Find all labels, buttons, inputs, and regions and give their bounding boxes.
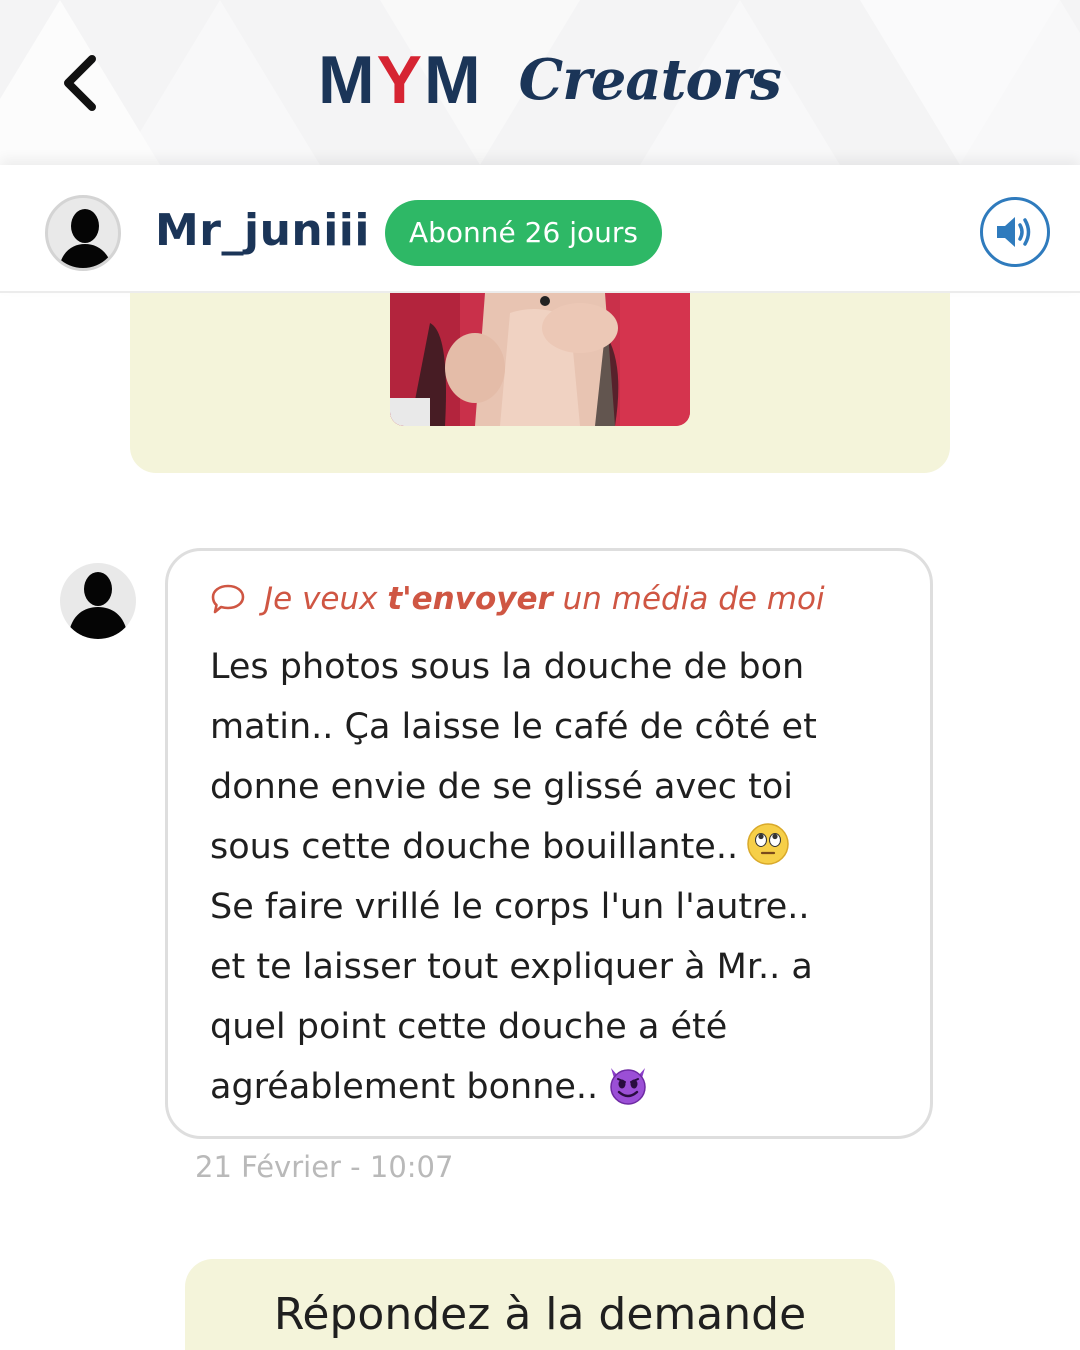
media-image [390, 293, 690, 426]
avatar[interactable] [60, 563, 136, 639]
brand-creators: Creators [518, 47, 782, 113]
brand-mym: MYM [318, 42, 483, 118]
request-keyword: t'envoyer [387, 581, 553, 617]
speaker-icon [997, 217, 1031, 247]
message-timestamp: 21 Février - 10:07 [195, 1150, 454, 1184]
back-button[interactable] [50, 50, 110, 116]
message-line: sous cette douche bouillante.. [210, 817, 910, 877]
message-line: agréablement bonne.. [210, 1057, 910, 1117]
brand-logo: MYM Creators [318, 40, 782, 120]
message-text: Les photos sous la douche de bon matin..… [210, 637, 910, 1117]
eye-roll-emoji-icon [747, 823, 789, 865]
chevron-left-icon [64, 55, 96, 111]
message-line: Les photos sous la douche de bon [210, 647, 805, 687]
message-line: et te laisser tout expliquer à Mr.. a [210, 947, 813, 987]
user-silhouette-icon [68, 572, 128, 639]
media-request-label: Je veux t'envoyer un média de moi [210, 575, 825, 623]
sound-toggle-button[interactable] [980, 197, 1050, 267]
conversation-header: Mr_juniii Abonné 26 jours [0, 165, 1080, 293]
user-silhouette-icon [58, 209, 113, 268]
message-line: matin.. Ça laisse le café de côté et [210, 707, 817, 747]
speech-bubble-icon [211, 584, 245, 614]
message-line: donne envie de se glissé avec toi [210, 767, 793, 807]
avatar[interactable] [45, 195, 121, 271]
smiling-devil-emoji-icon [610, 1068, 646, 1105]
subscriber-username[interactable]: Mr_juniii [155, 203, 370, 259]
app-header: MYM Creators [0, 0, 1080, 165]
media-thumbnail[interactable] [390, 293, 690, 426]
subscription-badge: Abonné 26 jours [385, 200, 662, 266]
message-line: quel point cette douche a été [210, 1007, 728, 1047]
reply-request-button[interactable]: Répondez à la demande [185, 1259, 895, 1350]
reply-request-label: Répondez à la demande [273, 1289, 807, 1340]
message-line: Se faire vrillé le corps l'un l'autre.. [210, 887, 810, 927]
